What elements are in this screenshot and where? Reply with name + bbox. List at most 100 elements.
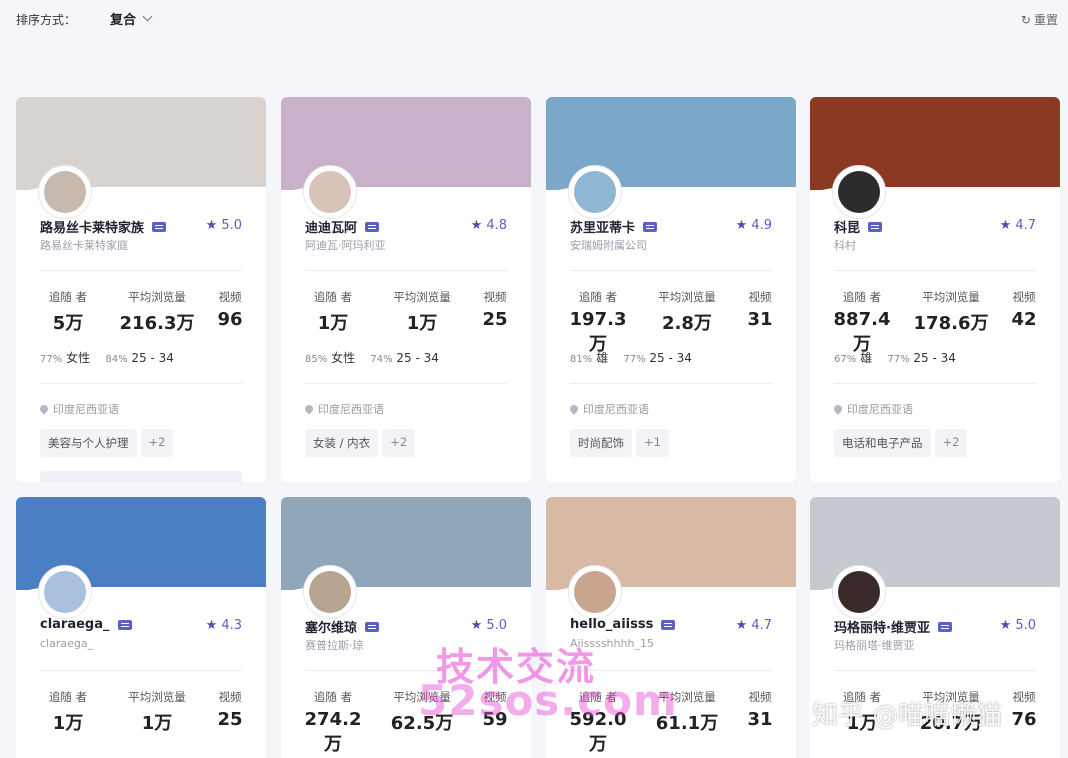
rating: ★ 5.0 [471, 618, 507, 633]
rating: ★ 5.0 [206, 218, 242, 233]
creator-name[interactable]: hello_aiisss [570, 617, 653, 632]
followers-value: 5万 [52, 313, 84, 334]
location: 印度尼西亚语 [303, 401, 384, 417]
creator-name[interactable]: 塞尔维琼 [305, 617, 357, 636]
avg-views-label: 平均浏览量 [128, 290, 186, 304]
location-text: 印度尼西亚语 [318, 403, 384, 416]
sort-dropdown[interactable]: 复合 [110, 9, 153, 28]
creator-name[interactable]: 玛格丽特·维贾亚 [834, 617, 930, 636]
audience-demographics: 81% 雄 77% 25 - 34 [570, 349, 692, 366]
videos-value: 96 [217, 309, 243, 330]
creator-subname: claraega_ [40, 637, 94, 650]
creator-name[interactable]: 路易丝卡莱特家族 [40, 217, 144, 236]
videos-value: 25 [217, 709, 243, 730]
creator-card[interactable]: 苏里亚蒂卡 ★ 4.9 安瑞姆附属公司 追随 者平均浏览量 视频 197.3万 2.8万 31 8… [546, 97, 796, 482]
creator-subname: 阿迪瓦·阿玛利亚 [305, 239, 386, 252]
avatar[interactable] [832, 565, 886, 619]
rating-value: 5.0 [486, 618, 507, 633]
location: 印度尼西亚语 [832, 401, 913, 417]
videos-value: 42 [1011, 309, 1037, 330]
age-range: 25 - 34 [131, 351, 174, 365]
avatar[interactable] [568, 565, 622, 619]
category-tag[interactable]: 女装 / 内衣 [305, 429, 379, 457]
sort-label: 排序方式： [16, 13, 77, 27]
gender: 雄 [860, 351, 873, 365]
avatar[interactable] [568, 165, 622, 219]
location: 印度尼西亚语 [568, 401, 649, 417]
location-text: 印度尼西亚语 [583, 403, 649, 416]
videos-label: 视频 [218, 290, 242, 304]
avg-views-value: 1万 [406, 313, 438, 334]
id-card-icon [643, 221, 658, 232]
avatar[interactable] [303, 565, 357, 619]
star-icon: ★ [205, 218, 218, 233]
creator-card[interactable]: 迪迪瓦阿 ★ 4.8 阿迪瓦·阿玛利亚 追随 者 平均浏览量 视频 1万 1万 25 85% 女性 … [281, 97, 531, 482]
followers-label: 追随 者 [313, 690, 353, 704]
category-tag[interactable]: 时尚配饰 [570, 429, 632, 457]
followers-label: 追随 者 [578, 290, 618, 304]
videos-label: 视频 [218, 690, 242, 704]
gender: 女性 [331, 351, 356, 365]
creator-card[interactable]: 路易丝卡莱特家族 ★ 5.0 路易丝卡莱特家庭 追随 者 平均浏览量 视频 5万 216.3万 9… [16, 97, 266, 482]
more-tags-badge[interactable]: +2 [140, 429, 174, 457]
creator-subname: 赛普拉斯·琼 [305, 639, 364, 652]
creator-card[interactable]: 科昆 ★ 4.7 科村 追随 者平均浏览量 视频 887.4万 178.6万 42 67% 雄 7… [810, 97, 1060, 482]
divider [305, 383, 507, 384]
divider [40, 670, 242, 671]
gender-percent: 81% [570, 354, 593, 365]
more-tags-badge[interactable]: +1 [636, 429, 669, 457]
gender-percent: 77% [40, 354, 63, 365]
category-tag[interactable]: 电话和电子产品 [834, 429, 931, 457]
reset-label: 重置 [1033, 13, 1058, 27]
watermark-url: 52sos.com [418, 676, 678, 725]
more-tags-badge[interactable]: +2 [934, 429, 968, 457]
star-icon: ★ [470, 618, 483, 633]
id-card-icon [868, 221, 883, 232]
creator-name[interactable]: 科昆 [834, 217, 860, 236]
star-icon: ★ [999, 618, 1012, 633]
age-range: 25 - 34 [913, 351, 956, 365]
age-range: 25 - 34 [396, 351, 439, 365]
divider [834, 670, 1036, 671]
avatar[interactable] [38, 565, 92, 619]
category-tag[interactable]: 美容与个人护理 [40, 429, 137, 457]
videos-label: 视频 [748, 690, 772, 704]
rating: ★ 4.3 [206, 618, 242, 633]
rating-value: 4.9 [751, 218, 772, 233]
age-percent: 84% [105, 354, 128, 365]
location-pin-icon [832, 403, 844, 415]
creator-card[interactable]: claraega_ ★ 4.3 claraega_ 追随 者 平均浏览量 视频 1万 1万 25 [16, 497, 266, 758]
avg-views-value: 216.3万 [119, 313, 195, 334]
creator-name[interactable]: claraega_ [40, 617, 110, 632]
divider [834, 270, 1036, 271]
creator-name[interactable]: 苏里亚蒂卡 [570, 217, 635, 236]
avatar[interactable] [38, 165, 92, 219]
rating-value: 4.7 [1015, 218, 1036, 233]
avatar-image [309, 171, 351, 213]
avg-views-value: 1万 [141, 713, 173, 734]
avg-views-label: 平均浏览量 [658, 290, 716, 304]
location-pin-icon [38, 403, 50, 415]
category-tags: 美容与个人护理 +2 [40, 429, 174, 457]
action-button[interactable] [40, 471, 242, 482]
star-icon: ★ [999, 218, 1012, 233]
id-card-icon [117, 619, 132, 630]
gender-percent: 85% [305, 354, 328, 365]
avatar-image [309, 571, 351, 613]
avatar[interactable] [303, 165, 357, 219]
videos-label: 视频 [483, 290, 507, 304]
reset-button[interactable]: ↻ 重置 [1021, 11, 1058, 28]
star-icon: ★ [735, 618, 748, 633]
age-percent: 77% [887, 354, 910, 365]
followers-label: 追随 者 [48, 290, 88, 304]
avatar[interactable] [832, 165, 886, 219]
location-pin-icon [303, 403, 315, 415]
gender-percent: 67% [834, 354, 857, 365]
creator-name[interactable]: 迪迪瓦阿 [305, 217, 357, 236]
more-tags-badge[interactable]: +2 [382, 429, 416, 457]
videos-value: 31 [747, 709, 773, 730]
watermark-zhihu: 知乎 @喵喵懒猫 [812, 701, 1003, 731]
avg-views-label: 平均浏览量 [128, 690, 186, 704]
creator-subname: 玛格丽塔·维贾亚 [834, 639, 915, 652]
rating-value: 4.8 [486, 218, 507, 233]
